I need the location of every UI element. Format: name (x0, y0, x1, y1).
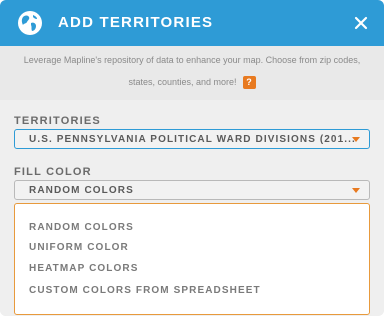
fill-color-selected-value: RANDOM COLORS (29, 185, 134, 196)
modal-title: ADD TERRITORIES (58, 14, 214, 31)
chevron-down-icon (352, 137, 360, 142)
fill-color-label: FILL COLOR (14, 166, 92, 178)
description-line-2: states, counties, and more!? (0, 76, 384, 90)
dropdown-option-heatmap-colors[interactable]: HEATMAP COLORS (29, 262, 138, 275)
dropdown-option-random-colors[interactable]: RANDOM COLORS (29, 221, 134, 234)
dropdown-option-custom-colors[interactable]: CUSTOM COLORS FROM SPREADSHEET (29, 284, 261, 297)
close-icon[interactable] (350, 12, 372, 34)
territories-label: TERRITORIES (14, 115, 101, 127)
description-line-1: Leverage Mapline's repository of data to… (23, 55, 361, 65)
fill-color-dropdown: RANDOM COLORS UNIFORM COLOR HEATMAP COLO… (14, 203, 370, 315)
territories-select[interactable]: U.S. PENNSYLVANIA POLITICAL WARD DIVISIO… (14, 129, 370, 149)
territories-selected-value: U.S. PENNSYLVANIA POLITICAL WARD DIVISIO… (29, 134, 356, 145)
dropdown-option-uniform-color[interactable]: UNIFORM COLOR (29, 241, 129, 254)
globe-icon (18, 11, 42, 35)
modal-header: ADD TERRITORIES (0, 0, 384, 46)
help-badge[interactable]: ? (242, 76, 256, 90)
chevron-down-icon (352, 188, 360, 193)
description-line-2-text: states, counties, and more! (128, 77, 237, 87)
add-territories-modal: ADD TERRITORIES Leverage Mapline's repos… (0, 0, 384, 316)
fill-color-select[interactable]: RANDOM COLORS (14, 180, 370, 200)
description-area: Leverage Mapline's repository of data to… (0, 46, 384, 100)
